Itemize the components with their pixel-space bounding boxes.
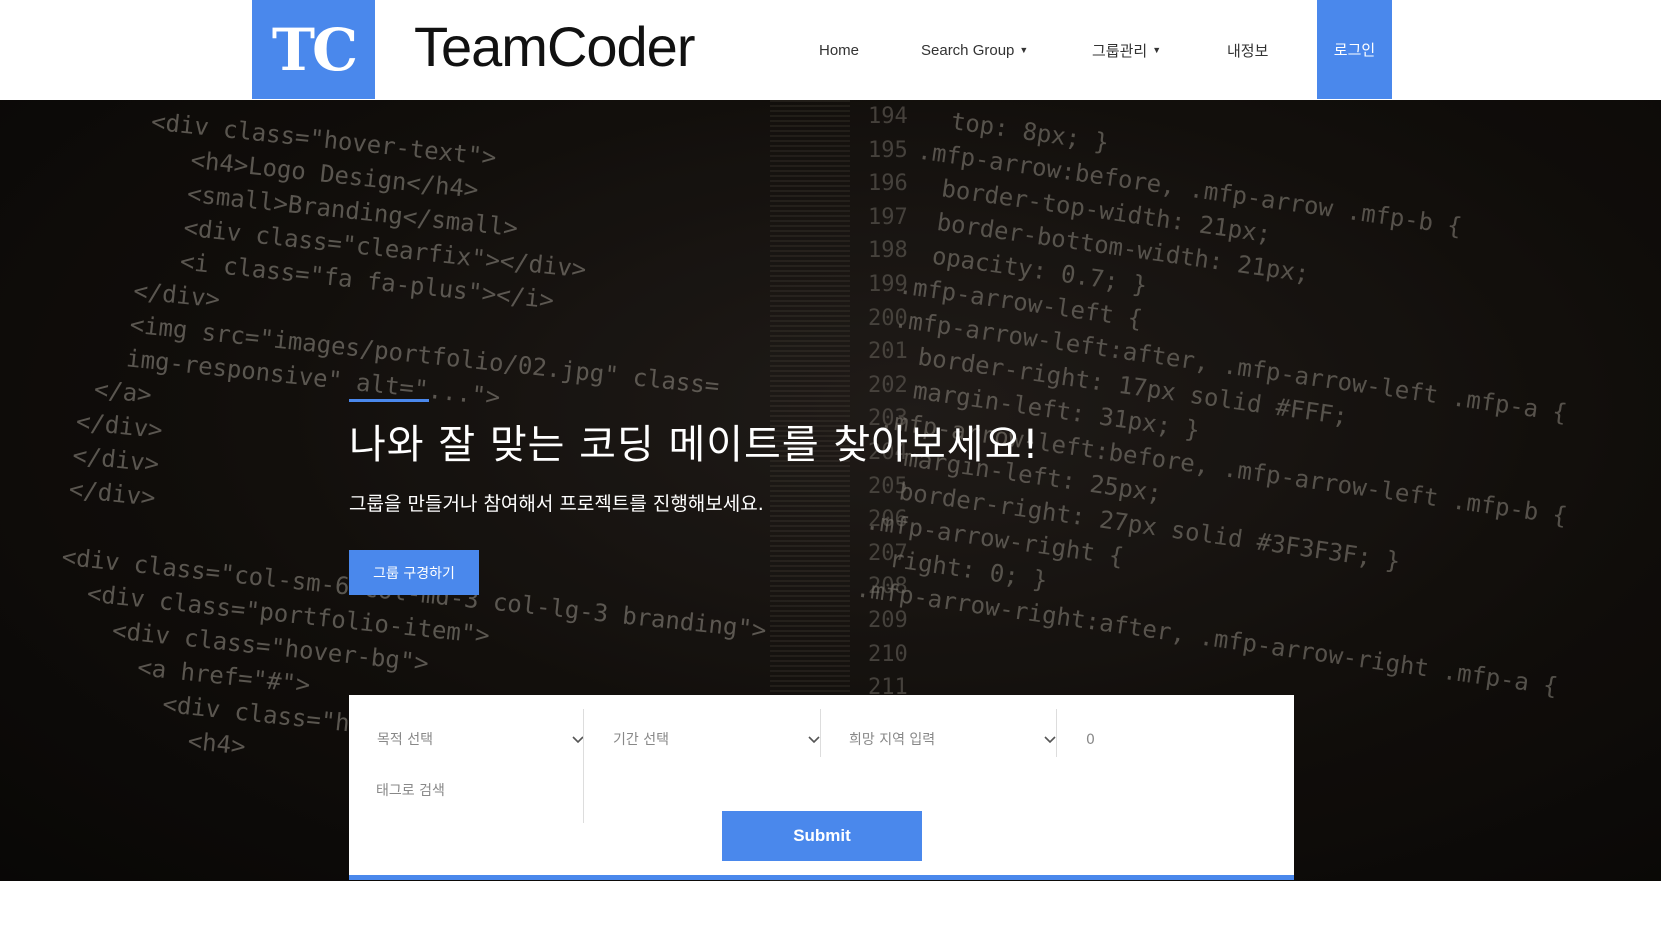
nav-search-group[interactable]: Search Group ▼ <box>921 0 1028 100</box>
brand-name[interactable]: TeamCoder <box>414 14 695 79</box>
period-select[interactable]: 기간 선택 <box>613 715 823 763</box>
nav-search-group-label: Search Group <box>921 41 1015 59</box>
period-select-value: 기간 선택 <box>613 732 669 748</box>
region-select[interactable]: 희망 지역 입력 <box>849 715 1059 763</box>
search-panel: 목적 선택 기간 선택 희망 지역 입력 Submit <box>349 695 1294 880</box>
tag-search-input[interactable] <box>374 775 578 807</box>
nav-group-manage-label: 그룹관리 <box>1092 42 1148 60</box>
hero-accent-line <box>349 399 429 402</box>
hero-title: 나와 잘 맞는 코딩 메이트를 찾아보세요! <box>349 422 1040 468</box>
submit-button[interactable]: Submit <box>722 811 922 861</box>
nav-home-label: Home <box>819 41 860 59</box>
nav-group-manage[interactable]: 그룹관리 ▼ <box>1092 0 1161 100</box>
divider <box>583 709 584 823</box>
divider <box>1056 709 1057 757</box>
browse-groups-button[interactable]: 그룹 구경하기 <box>349 550 479 595</box>
logo-text: TC <box>271 15 358 84</box>
panel-accent-bar <box>349 875 1294 880</box>
member-count-input[interactable] <box>1084 721 1278 759</box>
chevron-down-icon <box>572 736 584 744</box>
login-button[interactable]: 로그인 <box>1317 0 1392 99</box>
logo[interactable]: TC <box>252 0 375 99</box>
hero-subtitle: 그룹을 만들거나 참여해서 프로젝트를 진행해보세요. <box>349 493 764 515</box>
nav-home[interactable]: Home <box>819 0 859 100</box>
divider <box>820 709 821 757</box>
nav-my-info[interactable]: 내정보 <box>1227 0 1268 100</box>
purpose-select[interactable]: 목적 선택 <box>377 715 587 763</box>
top-navbar: TC TeamCoder Home Search Group ▼ 그룹관리 ▼ … <box>0 0 1661 100</box>
caret-down-icon: ▼ <box>1152 45 1162 55</box>
region-select-value: 희망 지역 입력 <box>849 732 936 748</box>
purpose-select-value: 목적 선택 <box>377 732 433 748</box>
login-button-label: 로그인 <box>1333 42 1376 59</box>
caret-down-icon: ▼ <box>1019 45 1029 55</box>
nav-my-info-label: 내정보 <box>1227 42 1269 60</box>
